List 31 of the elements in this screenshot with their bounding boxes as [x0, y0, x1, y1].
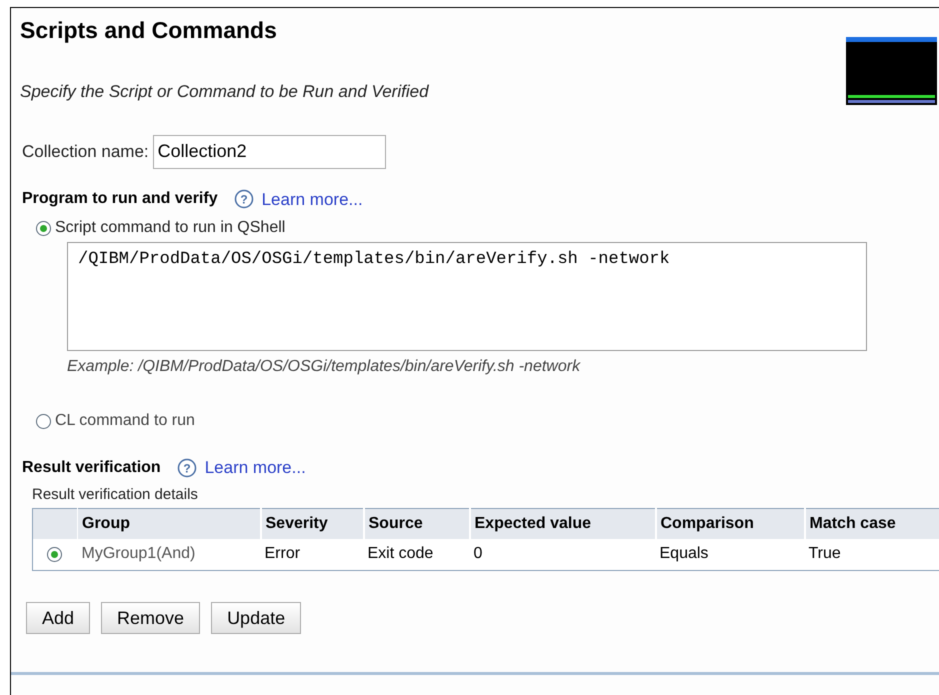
- section-heading: Program to run and verify: [22, 189, 218, 210]
- column-header[interactable]: Severity: [260, 508, 364, 538]
- page-title: Scripts and Commands: [20, 16, 277, 45]
- table-cell: Exit code: [364, 538, 470, 570]
- table-cell: 0: [470, 538, 656, 570]
- radio-button[interactable]: [47, 547, 62, 562]
- action-button[interactable]: Update: [211, 602, 302, 634]
- option-label: CL command to run: [55, 411, 195, 431]
- column-header[interactable]: Match case: [804, 508, 939, 538]
- table-caption: Result verification details: [32, 484, 199, 504]
- page-subtitle: Specify the Script or Command to be Run and Verified: [20, 81, 430, 103]
- column-header[interactable]: Comparison: [656, 508, 804, 538]
- table-cell: True: [804, 538, 939, 570]
- help-icon[interactable]: ?: [176, 458, 197, 478]
- table-cell: Error: [260, 538, 364, 570]
- example-hint: Example: /QIBM/ProdData/OS/OSGi/templates/bin/areVerify.sh -network: [67, 357, 582, 377]
- help-icon[interactable]: ?: [234, 189, 254, 210]
- column-header[interactable]: Expected value: [470, 508, 656, 538]
- column-header[interactable]: Group: [78, 508, 260, 538]
- input-field[interactable]: Collection2: [152, 134, 386, 168]
- section-heading: Result verification: [22, 458, 161, 478]
- learn-more-link[interactable]: Learn more...: [204, 455, 306, 480]
- command-text-area[interactable]: /QIBM/ProdData/OS/OSGi/templates/bin/areVerify.sh -network: [67, 242, 867, 351]
- action-button[interactable]: Add: [26, 602, 90, 634]
- table-cell: MyGroup1(And): [78, 538, 260, 570]
- column-header[interactable]: Source: [364, 508, 470, 538]
- learn-more-link[interactable]: Learn more...: [262, 186, 363, 212]
- action-button[interactable]: Remove: [101, 602, 200, 634]
- field-label: Collection name:: [22, 140, 149, 163]
- option-label: Script command to run in QShell: [55, 218, 286, 238]
- table-cell: Equals: [656, 538, 804, 570]
